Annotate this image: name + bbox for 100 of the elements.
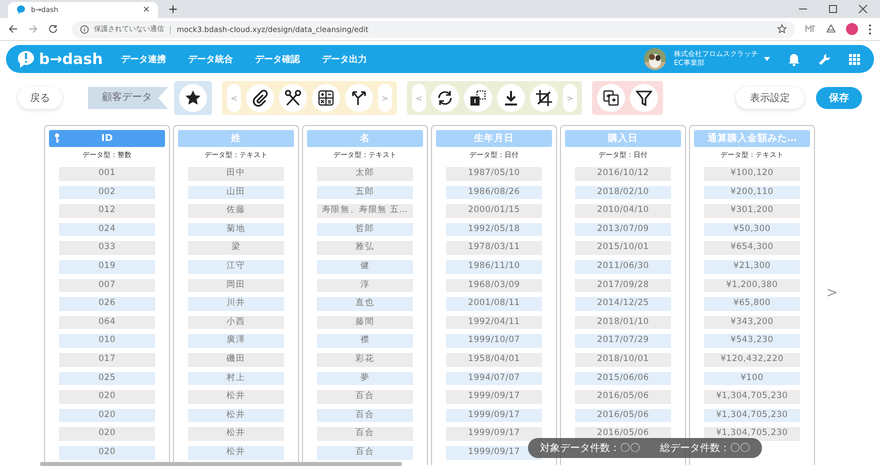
table-cell: 2016/05/06 <box>575 408 671 422</box>
scroll-right-button[interactable]: > <box>378 84 392 112</box>
table-cell: 2016/05/06 <box>575 390 671 404</box>
maximize-icon[interactable] <box>828 4 838 14</box>
scroll-right-button[interactable]: > <box>563 84 577 112</box>
table-cell: 松井 <box>188 427 284 441</box>
table-cell: 010 <box>59 334 155 348</box>
table-cell: 020 <box>59 446 155 460</box>
back-arrow-icon[interactable] <box>8 24 18 34</box>
filter-icon <box>635 89 653 107</box>
table-cell: 岡田 <box>188 278 284 292</box>
table-cell: 百合 <box>317 427 413 441</box>
table-cell: 017 <box>59 352 155 367</box>
view-settings-button[interactable]: 表示設定 <box>736 87 804 109</box>
table-cell: ¥1,304,705,230 <box>704 390 800 404</box>
close-tab-button[interactable]: × <box>142 5 150 15</box>
info-icon <box>80 24 89 34</box>
scrollbar-thumb[interactable] <box>40 462 402 466</box>
table-cell: 012 <box>59 204 155 218</box>
table-cell: 雅弘 <box>317 241 413 255</box>
table-cell: ¥543,230 <box>704 334 800 348</box>
table-cell: 2015/10/01 <box>575 241 671 255</box>
table-cell: 山田 <box>188 186 284 200</box>
table-cell: 彩花 <box>317 352 413 367</box>
table-cell: 2017/09/28 <box>575 278 671 292</box>
table-cell: ¥654,300 <box>704 241 800 255</box>
tool-button[interactable] <box>530 84 558 112</box>
table-cell: 2017/07/29 <box>575 334 671 348</box>
tool-button[interactable] <box>431 84 459 112</box>
column-header[interactable]: ID <box>49 130 165 147</box>
dropdown-caret-icon[interactable] <box>764 57 770 61</box>
table-cell: 2013/07/09 <box>575 222 671 236</box>
table-cell: 哲郎 <box>317 222 413 236</box>
table-cell: 026 <box>59 297 155 311</box>
wrench-icon[interactable] <box>818 52 831 66</box>
scroll-right-button[interactable]: > <box>826 285 838 301</box>
tool-button[interactable] <box>464 84 492 112</box>
back-button[interactable]: 戻る <box>18 87 62 109</box>
tool-button[interactable] <box>345 84 373 112</box>
table-cell: 020 <box>59 408 155 422</box>
table-cell: 夢 <box>317 372 413 386</box>
paperclip-icon <box>251 89 269 107</box>
new-tab-button[interactable]: + <box>168 2 178 16</box>
table-cell: 2018/10/01 <box>575 352 671 367</box>
tool-button[interactable] <box>312 84 340 112</box>
table-cell: 2010/04/10 <box>575 204 671 218</box>
save-button[interactable]: 保存 <box>816 87 862 109</box>
table-cell: 小西 <box>188 316 284 330</box>
table-cell: ¥21,300 <box>704 260 800 274</box>
close-icon[interactable] <box>858 4 868 14</box>
column-header[interactable]: 通算購入金額みた… <box>694 130 810 147</box>
tool-button[interactable] <box>179 84 207 112</box>
tool-button[interactable] <box>246 84 274 112</box>
profile-icon[interactable] <box>846 23 858 35</box>
notification-bell-icon[interactable] <box>788 52 800 66</box>
extension-icon[interactable] <box>805 24 816 34</box>
table-cell: 001 <box>59 167 155 181</box>
nav-link[interactable]: データ統合 <box>188 52 233 66</box>
table-cell: 太郎 <box>317 167 413 181</box>
table-cell: 淳 <box>317 278 413 292</box>
bookmark-star-icon[interactable] <box>777 24 787 34</box>
logo-text[interactable]: b→dash <box>39 50 103 68</box>
apps-grid-icon[interactable] <box>849 54 860 64</box>
table-cell: ¥100 <box>704 372 800 386</box>
scroll-left-button[interactable]: < <box>412 84 426 112</box>
column-header[interactable]: 名 <box>307 130 423 147</box>
tool-button[interactable] <box>497 84 525 112</box>
table-cell: ¥65,800 <box>704 297 800 311</box>
column-header[interactable]: 姓 <box>178 130 294 147</box>
copy-icon <box>602 89 620 107</box>
table-cell: ¥1,200,380 <box>704 278 800 292</box>
menu-icon[interactable] <box>868 24 872 34</box>
table-cell: 1999/10/07 <box>446 334 542 348</box>
column-header[interactable]: 購入日 <box>565 130 681 147</box>
table-cell: 襟 <box>317 334 413 348</box>
recycle-icon[interactable] <box>826 24 836 34</box>
table-cell: 020 <box>59 427 155 441</box>
tool-button[interactable] <box>630 84 658 112</box>
table-cell: 百合 <box>317 446 413 460</box>
table-cell: 百合 <box>317 408 413 422</box>
reload-icon[interactable] <box>48 24 58 34</box>
table-cell: 直也 <box>317 297 413 311</box>
table-cell: 松井 <box>188 408 284 422</box>
download-icon <box>502 89 520 107</box>
table-cell: 藤間 <box>317 316 413 330</box>
scroll-left-button[interactable]: < <box>227 84 241 112</box>
table-cell: ¥1,304,705,230 <box>704 408 800 422</box>
table-cell: 1986/11/10 <box>446 260 542 274</box>
tool-button[interactable] <box>279 84 307 112</box>
table-cell: 村上 <box>188 372 284 386</box>
table-cell: 2011/06/30 <box>575 260 671 274</box>
column-header[interactable]: 生年月日 <box>436 130 552 147</box>
table-cell: 1999/09/17 <box>446 427 542 441</box>
nav-link[interactable]: データ出力 <box>322 52 367 66</box>
number-icon <box>469 89 487 107</box>
nav-link[interactable]: データ確認 <box>254 52 300 66</box>
calculator-icon <box>317 89 335 107</box>
nav-link[interactable]: データ連携 <box>120 52 166 66</box>
table-cell: 007 <box>59 278 155 292</box>
tool-button[interactable] <box>597 84 625 112</box>
